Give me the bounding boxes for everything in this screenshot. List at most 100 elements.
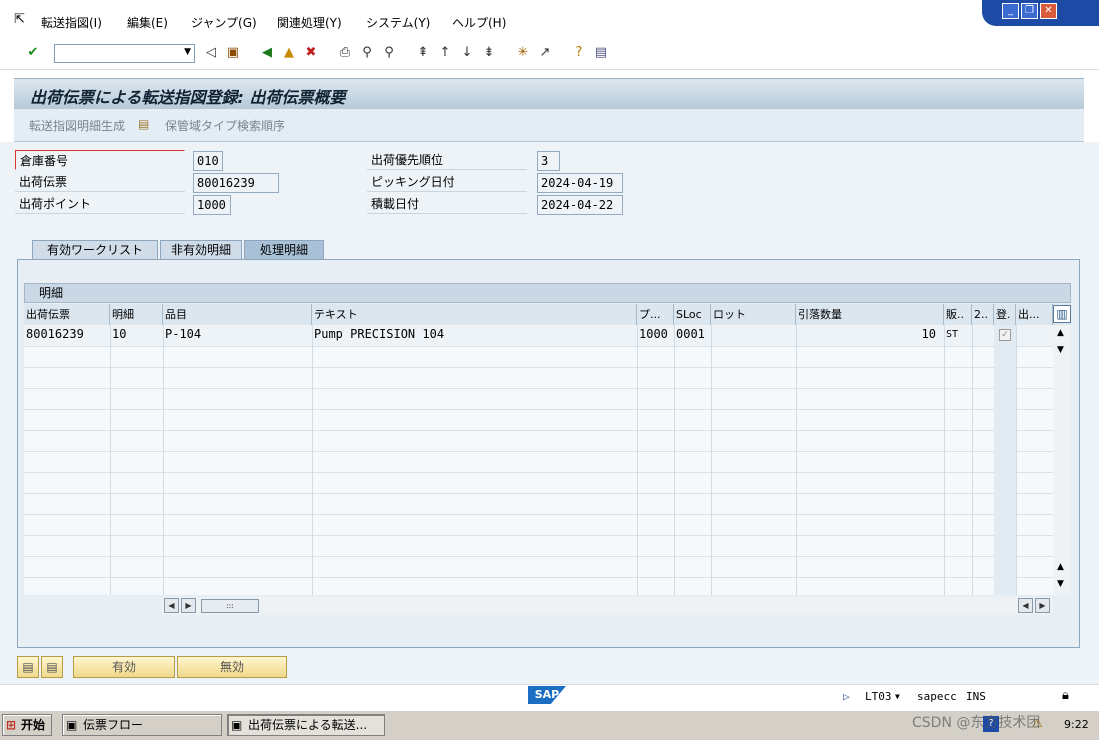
menu-exit-icon[interactable]: ⇱: [14, 12, 25, 27]
list-icon[interactable]: ▤: [41, 656, 63, 678]
command-field[interactable]: ▼: [54, 44, 195, 63]
exit-icon[interactable]: ▲: [280, 44, 298, 62]
scroll-left-end-icon[interactable]: ◀: [1018, 598, 1033, 613]
lock-icon: 🔒︎: [1062, 688, 1069, 703]
invalid-label: 無効: [219, 660, 244, 674]
col-plant[interactable]: プ...: [637, 304, 674, 325]
first-page-icon[interactable]: ⇞: [414, 44, 432, 62]
close-icon[interactable]: ✕: [1040, 3, 1057, 19]
status-expand-icon[interactable]: ▷: [843, 690, 850, 703]
title-bar: 出荷伝票による転送指図登録: 出荷伝票概要: [14, 78, 1084, 109]
loading-date-label: 積載日付: [367, 194, 527, 214]
taskbar-item-transfer-order[interactable]: ▣ 出荷伝票による転送...: [227, 714, 385, 736]
valid-button[interactable]: 有効: [73, 656, 175, 678]
storage-type-icon: ▤: [138, 117, 150, 131]
last-page-icon[interactable]: ⇟: [480, 44, 498, 62]
previous-page-icon[interactable]: ↑: [436, 44, 454, 62]
delivery-field[interactable]: 80016239: [193, 173, 279, 193]
windows-flag-icon: ⊞: [6, 718, 17, 732]
grid-title: 明細: [24, 283, 1071, 303]
menu-goto[interactable]: ジャンプ(G): [191, 14, 257, 31]
col-unit[interactable]: 販..: [944, 304, 972, 325]
cell-plant: 1000: [639, 327, 668, 341]
back-icon[interactable]: ◀: [258, 44, 276, 62]
scroll-right-end-icon[interactable]: ▶: [1035, 598, 1050, 613]
help-icon[interactable]: ?: [570, 44, 588, 62]
valid-label: 有効: [111, 660, 136, 674]
insert-mode: INS: [966, 690, 986, 703]
minimize-icon[interactable]: _: [1002, 3, 1019, 19]
transaction-code: LT03: [865, 690, 892, 703]
scroll-thumb[interactable]: :::: [201, 599, 259, 613]
enter-check-icon[interactable]: ✔: [24, 44, 42, 62]
shipping-point-label: 出荷ポイント: [15, 194, 185, 214]
scroll-up-bottom-icon[interactable]: ▲: [1057, 562, 1064, 572]
shipping-point-field[interactable]: 1000: [193, 195, 231, 215]
col-text[interactable]: テキスト: [312, 304, 637, 325]
window-controls: _ ❐ ✕: [982, 0, 1099, 26]
status-dropdown-icon[interactable]: ▼: [895, 692, 900, 701]
menu-transfer-order[interactable]: 転送指図(I): [41, 14, 102, 31]
clock: 9:22: [1064, 718, 1089, 731]
new-session-icon[interactable]: ✳: [514, 44, 532, 62]
watermark: CSDN @东方技术团: [912, 715, 1041, 731]
col-delivery[interactable]: 出荷伝票: [24, 304, 110, 325]
col-2[interactable]: 2..: [972, 304, 994, 325]
task1-label: 伝票フロー: [83, 718, 144, 732]
generate-to-item-button[interactable]: 転送指図明細生成: [29, 117, 125, 134]
save-icon[interactable]: ▣: [224, 44, 242, 62]
invalid-button[interactable]: 無効: [177, 656, 287, 678]
shortcut-icon[interactable]: ↗: [536, 44, 554, 62]
taskbar-item-document-flow[interactable]: ▣ 伝票フロー: [62, 714, 222, 736]
find-next-icon[interactable]: ⚲: [380, 44, 398, 62]
delivery-label: 出荷伝票: [15, 172, 185, 192]
print-icon[interactable]: ⎙: [336, 44, 354, 62]
picking-date-field[interactable]: 2024-04-19: [537, 173, 623, 193]
col-registered[interactable]: 登.: [994, 304, 1016, 325]
col-sloc[interactable]: SLoc: [674, 304, 711, 325]
scroll-down-bottom-icon[interactable]: ▼: [1057, 579, 1064, 589]
window-icon: ▣: [231, 718, 243, 732]
back-triangle-icon[interactable]: ◁: [202, 44, 220, 62]
menu-environment[interactable]: 関連処理(Y): [277, 14, 342, 31]
layout-menu-icon[interactable]: ▤: [592, 44, 610, 62]
picking-date-label: ピッキング日付: [367, 172, 527, 192]
storage-type-search-button[interactable]: 保管域タイプ検索順序: [165, 117, 285, 134]
col-item[interactable]: 明細: [110, 304, 163, 325]
grid-header: 出荷伝票 明細 品目 テキスト プ... SLoc ロット 引落数量 販.. 2…: [24, 304, 1071, 325]
chevron-down-icon[interactable]: ▼: [184, 47, 191, 57]
page-title: 出荷伝票による転送指図登録: 出荷伝票概要: [30, 88, 346, 107]
horizontal-scrollbar[interactable]: ◀ ▶ ::: ◀ ▶: [162, 597, 1053, 615]
tab-inactive-items[interactable]: 非有効明細: [160, 240, 242, 260]
col-quantity[interactable]: 引落数量: [796, 304, 944, 325]
scroll-down-icon[interactable]: ▼: [1057, 345, 1064, 355]
cell-material: P-104: [165, 327, 202, 341]
scroll-right-icon[interactable]: ▶: [181, 598, 196, 613]
col-out[interactable]: 出...: [1016, 304, 1053, 325]
menu-system[interactable]: システム(Y): [366, 14, 430, 31]
scroll-up-icon[interactable]: ▲: [1057, 328, 1064, 338]
menu-edit[interactable]: 編集(E): [127, 14, 168, 31]
tab-processed-items[interactable]: 処理明細: [244, 240, 324, 260]
cell-item: 10: [112, 327, 127, 341]
scroll-left-icon[interactable]: ◀: [164, 598, 179, 613]
tab-active-worklist[interactable]: 有効ワークリスト: [32, 240, 158, 260]
vertical-scrollbar[interactable]: ▲ ▼ ▲ ▼: [1053, 325, 1071, 595]
warehouse-field[interactable]: 010: [193, 151, 223, 171]
application-toolbar: 転送指図明細生成 ▤ 保管域タイプ検索順序: [14, 109, 1084, 142]
layout-settings-icon[interactable]: ▥: [1053, 305, 1071, 323]
registered-checkbox[interactable]: ✓: [999, 329, 1011, 341]
restore-icon[interactable]: ❐: [1021, 3, 1038, 19]
col-material[interactable]: 品目: [163, 304, 312, 325]
server-name: sapecc: [917, 690, 957, 703]
find-icon[interactable]: ⚲: [358, 44, 376, 62]
priority-field[interactable]: 3: [537, 151, 560, 171]
next-page-icon[interactable]: ↓: [458, 44, 476, 62]
start-button[interactable]: ⊞ 开始: [2, 714, 52, 736]
cell-unit: ST: [946, 329, 959, 340]
cancel-icon[interactable]: ✖: [302, 44, 320, 62]
col-batch[interactable]: ロット: [711, 304, 796, 325]
menu-help[interactable]: ヘルプ(H): [452, 14, 506, 31]
loading-date-field[interactable]: 2024-04-22: [537, 195, 623, 215]
details-icon[interactable]: ▤: [17, 656, 39, 678]
